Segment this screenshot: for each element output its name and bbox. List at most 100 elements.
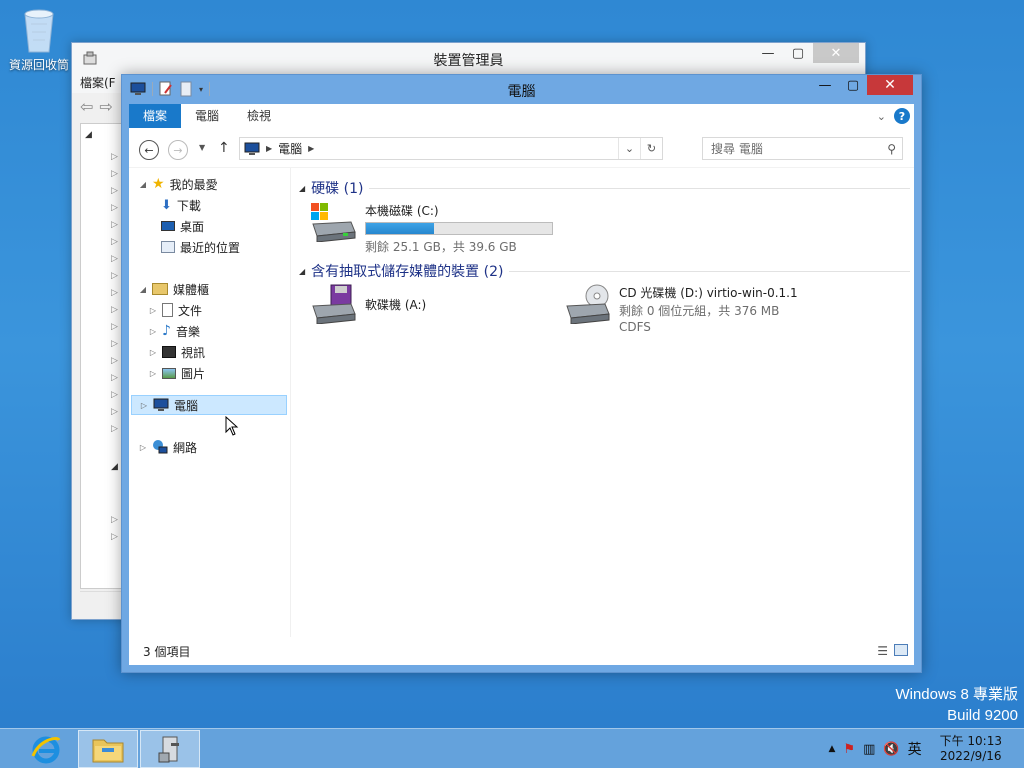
nav-videos[interactable]: ▷ 視訊 bbox=[149, 342, 205, 362]
menu-file[interactable]: 檔案(F bbox=[80, 76, 116, 90]
maximize-button[interactable]: ▢ bbox=[839, 75, 867, 95]
close-button[interactable]: ✕ bbox=[867, 75, 913, 95]
tree-expand-icon[interactable]: ▷ bbox=[111, 390, 118, 400]
refresh-icon[interactable]: ↻ bbox=[640, 138, 662, 159]
tree-expand-icon[interactable]: ▷ bbox=[111, 532, 118, 542]
drive-d[interactable]: CD 光碟機 (D:) virtio-win-0.1.1 剩餘 0 個位元組，共… bbox=[563, 284, 798, 334]
taskbar-device-manager[interactable] bbox=[140, 730, 200, 768]
back-arrow-icon[interactable]: ⇦ bbox=[80, 97, 93, 117]
expand-icon[interactable]: ▷ bbox=[149, 369, 157, 378]
forward-button[interactable]: → bbox=[168, 140, 188, 160]
navigation-pane[interactable]: ◢ ★ 我的最愛 ⬇ 下載 桌面 最近的位置 ◢ 媒體櫃 ▷ 文件 ▷ ♪ 音樂… bbox=[129, 168, 291, 637]
address-bar[interactable]: ▶ 電腦 ▶ ⌄ ↻ bbox=[239, 137, 663, 160]
tree-expand-icon[interactable]: ▷ bbox=[111, 407, 118, 417]
tree-expand-icon[interactable]: ◢ bbox=[85, 130, 92, 140]
volume-muted-icon[interactable]: 🔇 bbox=[883, 742, 899, 757]
help-icon[interactable]: ? bbox=[894, 108, 910, 124]
drive-c[interactable]: 本機磁碟 (C:) 剩餘 25.1 GB，共 39.6 GB bbox=[309, 202, 553, 255]
expand-icon[interactable]: ▷ bbox=[140, 401, 148, 410]
close-button[interactable]: ✕ bbox=[813, 43, 859, 63]
nav-recent[interactable]: 最近的位置 bbox=[161, 237, 240, 257]
address-dropdown-icon[interactable]: ⌄ bbox=[618, 138, 640, 159]
floppy-drive-icon bbox=[312, 284, 356, 324]
computer-explorer-window[interactable]: ▾ 電腦 — ▢ ✕ 檔案 電腦 檢視 ⌄ ? ← → ▼ ↑ ▶ 電腦 ▶ ⌄… bbox=[121, 74, 922, 673]
expand-icon[interactable]: ▷ bbox=[149, 306, 157, 315]
nav-music[interactable]: ▷ ♪ 音樂 bbox=[149, 321, 200, 341]
tree-expand-icon[interactable]: ▷ bbox=[111, 515, 118, 525]
ime-indicator[interactable]: 英 bbox=[908, 739, 922, 759]
breadcrumb-chevron-icon[interactable]: ▶ bbox=[308, 144, 314, 153]
nav-libraries[interactable]: ◢ 媒體櫃 bbox=[139, 279, 209, 299]
nav-favorites[interactable]: ◢ ★ 我的最愛 bbox=[139, 174, 218, 194]
star-icon: ★ bbox=[152, 176, 165, 192]
taskbar-internet-explorer[interactable] bbox=[16, 730, 76, 768]
group-removable-label: 含有抽取式儲存媒體的裝置 (2) bbox=[311, 264, 504, 280]
expand-ribbon-icon[interactable]: ⌄ bbox=[877, 110, 886, 123]
nav-pictures[interactable]: ▷ 圖片 bbox=[149, 363, 205, 383]
tree-expand-icon[interactable]: ▷ bbox=[111, 305, 118, 315]
tab-computer[interactable]: 電腦 bbox=[181, 104, 233, 128]
up-button[interactable]: ↑ bbox=[218, 140, 230, 156]
expand-icon[interactable]: ▷ bbox=[149, 348, 157, 357]
drive-a[interactable]: 軟碟機 (A:) bbox=[309, 284, 426, 324]
tree-expand-icon[interactable]: ▷ bbox=[111, 339, 118, 349]
breadcrumb-chevron-icon[interactable]: ▶ bbox=[266, 144, 272, 153]
search-input[interactable]: 搜尋 電腦 ⚲ bbox=[702, 137, 903, 160]
tree-expand-icon[interactable]: ▷ bbox=[111, 169, 118, 179]
back-button[interactable]: ← bbox=[139, 140, 159, 160]
clock[interactable]: 下午 10:13 2022/9/16 bbox=[940, 734, 1002, 764]
recycle-bin-shortcut[interactable]: 資源回收筒 bbox=[4, 6, 74, 73]
recent-locations-icon[interactable]: ▼ bbox=[199, 143, 205, 152]
system-tray: ▲ ⚑ ▥ 🔇 英 下午 10:13 2022/9/16 bbox=[829, 729, 1024, 768]
expand-icon[interactable]: ▷ bbox=[149, 327, 157, 336]
tab-view[interactable]: 檢視 bbox=[233, 104, 285, 128]
tree-expand-icon[interactable]: ▷ bbox=[111, 322, 118, 332]
tree-expand-icon[interactable]: ▷ bbox=[111, 373, 118, 383]
breadcrumb-computer[interactable]: 電腦 bbox=[278, 140, 302, 157]
nav-documents[interactable]: ▷ 文件 bbox=[149, 300, 202, 320]
large-icons-view-icon[interactable] bbox=[894, 644, 908, 656]
nav-desktop[interactable]: 桌面 bbox=[161, 216, 204, 236]
details-view-icon[interactable]: ☰ bbox=[877, 644, 888, 658]
search-icon[interactable]: ⚲ bbox=[887, 142, 896, 156]
collapse-icon[interactable]: ◢ bbox=[299, 184, 305, 193]
maximize-button[interactable]: ▢ bbox=[783, 43, 813, 63]
group-hard-disks[interactable]: ◢ 硬碟 (1) bbox=[299, 178, 910, 198]
nav-computer[interactable]: ▷ 電腦 bbox=[131, 395, 287, 415]
forward-arrow-icon[interactable]: ⇨ bbox=[99, 97, 112, 117]
minimize-button[interactable]: — bbox=[753, 43, 783, 63]
content-pane[interactable]: ◢ 硬碟 (1) 本機磁碟 (C:) 剩餘 25.1 GB，共 39.6 GB … bbox=[299, 168, 914, 637]
collapse-icon[interactable]: ◢ bbox=[139, 285, 147, 294]
explorer-titlebar[interactable]: ▾ 電腦 — ▢ ✕ bbox=[122, 75, 921, 103]
taskbar-file-explorer[interactable] bbox=[78, 730, 138, 768]
expand-icon[interactable]: ▷ bbox=[139, 443, 147, 452]
tree-expand-icon[interactable]: ▷ bbox=[111, 288, 118, 298]
show-hidden-icons-icon[interactable]: ▲ bbox=[829, 744, 836, 754]
collapse-icon[interactable]: ◢ bbox=[139, 180, 147, 189]
nav-downloads[interactable]: ⬇ 下載 bbox=[161, 195, 201, 215]
tree-expand-icon[interactable]: ▷ bbox=[111, 203, 118, 213]
tree-expand-icon[interactable]: ▷ bbox=[111, 271, 118, 281]
tree-expand-icon[interactable]: ▷ bbox=[111, 254, 118, 264]
tree-expand-icon[interactable]: ▷ bbox=[111, 424, 118, 434]
videos-icon bbox=[162, 346, 176, 358]
tree-expand-icon[interactable]: ▷ bbox=[111, 152, 118, 162]
nav-network[interactable]: ▷ 網路 bbox=[139, 437, 197, 457]
action-center-flag-icon[interactable]: ⚑ bbox=[843, 742, 855, 757]
nav-music-label: 音樂 bbox=[175, 324, 200, 339]
tree-collapse-icon[interactable]: ◢ bbox=[111, 462, 118, 472]
nav-computer-label: 電腦 bbox=[174, 398, 199, 413]
tree-expand-icon[interactable]: ▷ bbox=[111, 356, 118, 366]
tree-expand-icon[interactable]: ▷ bbox=[111, 237, 118, 247]
device-manager-titlebar[interactable]: 裝置管理員 — ▢ ✕ bbox=[72, 43, 865, 73]
network-status-icon[interactable]: ▥ bbox=[863, 742, 875, 757]
collapse-icon[interactable]: ◢ bbox=[299, 267, 305, 276]
drive-c-capacity-fill bbox=[366, 223, 435, 234]
taskbar: ▲ ⚑ ▥ 🔇 英 下午 10:13 2022/9/16 bbox=[0, 728, 1024, 768]
drive-d-name: CD 光碟機 (D:) virtio-win-0.1.1 bbox=[619, 286, 798, 300]
tree-expand-icon[interactable]: ▷ bbox=[111, 220, 118, 230]
minimize-button[interactable]: — bbox=[811, 75, 839, 95]
tab-file[interactable]: 檔案 bbox=[129, 104, 182, 128]
group-removable[interactable]: ◢ 含有抽取式儲存媒體的裝置 (2) bbox=[299, 261, 910, 281]
tree-expand-icon[interactable]: ▷ bbox=[111, 186, 118, 196]
